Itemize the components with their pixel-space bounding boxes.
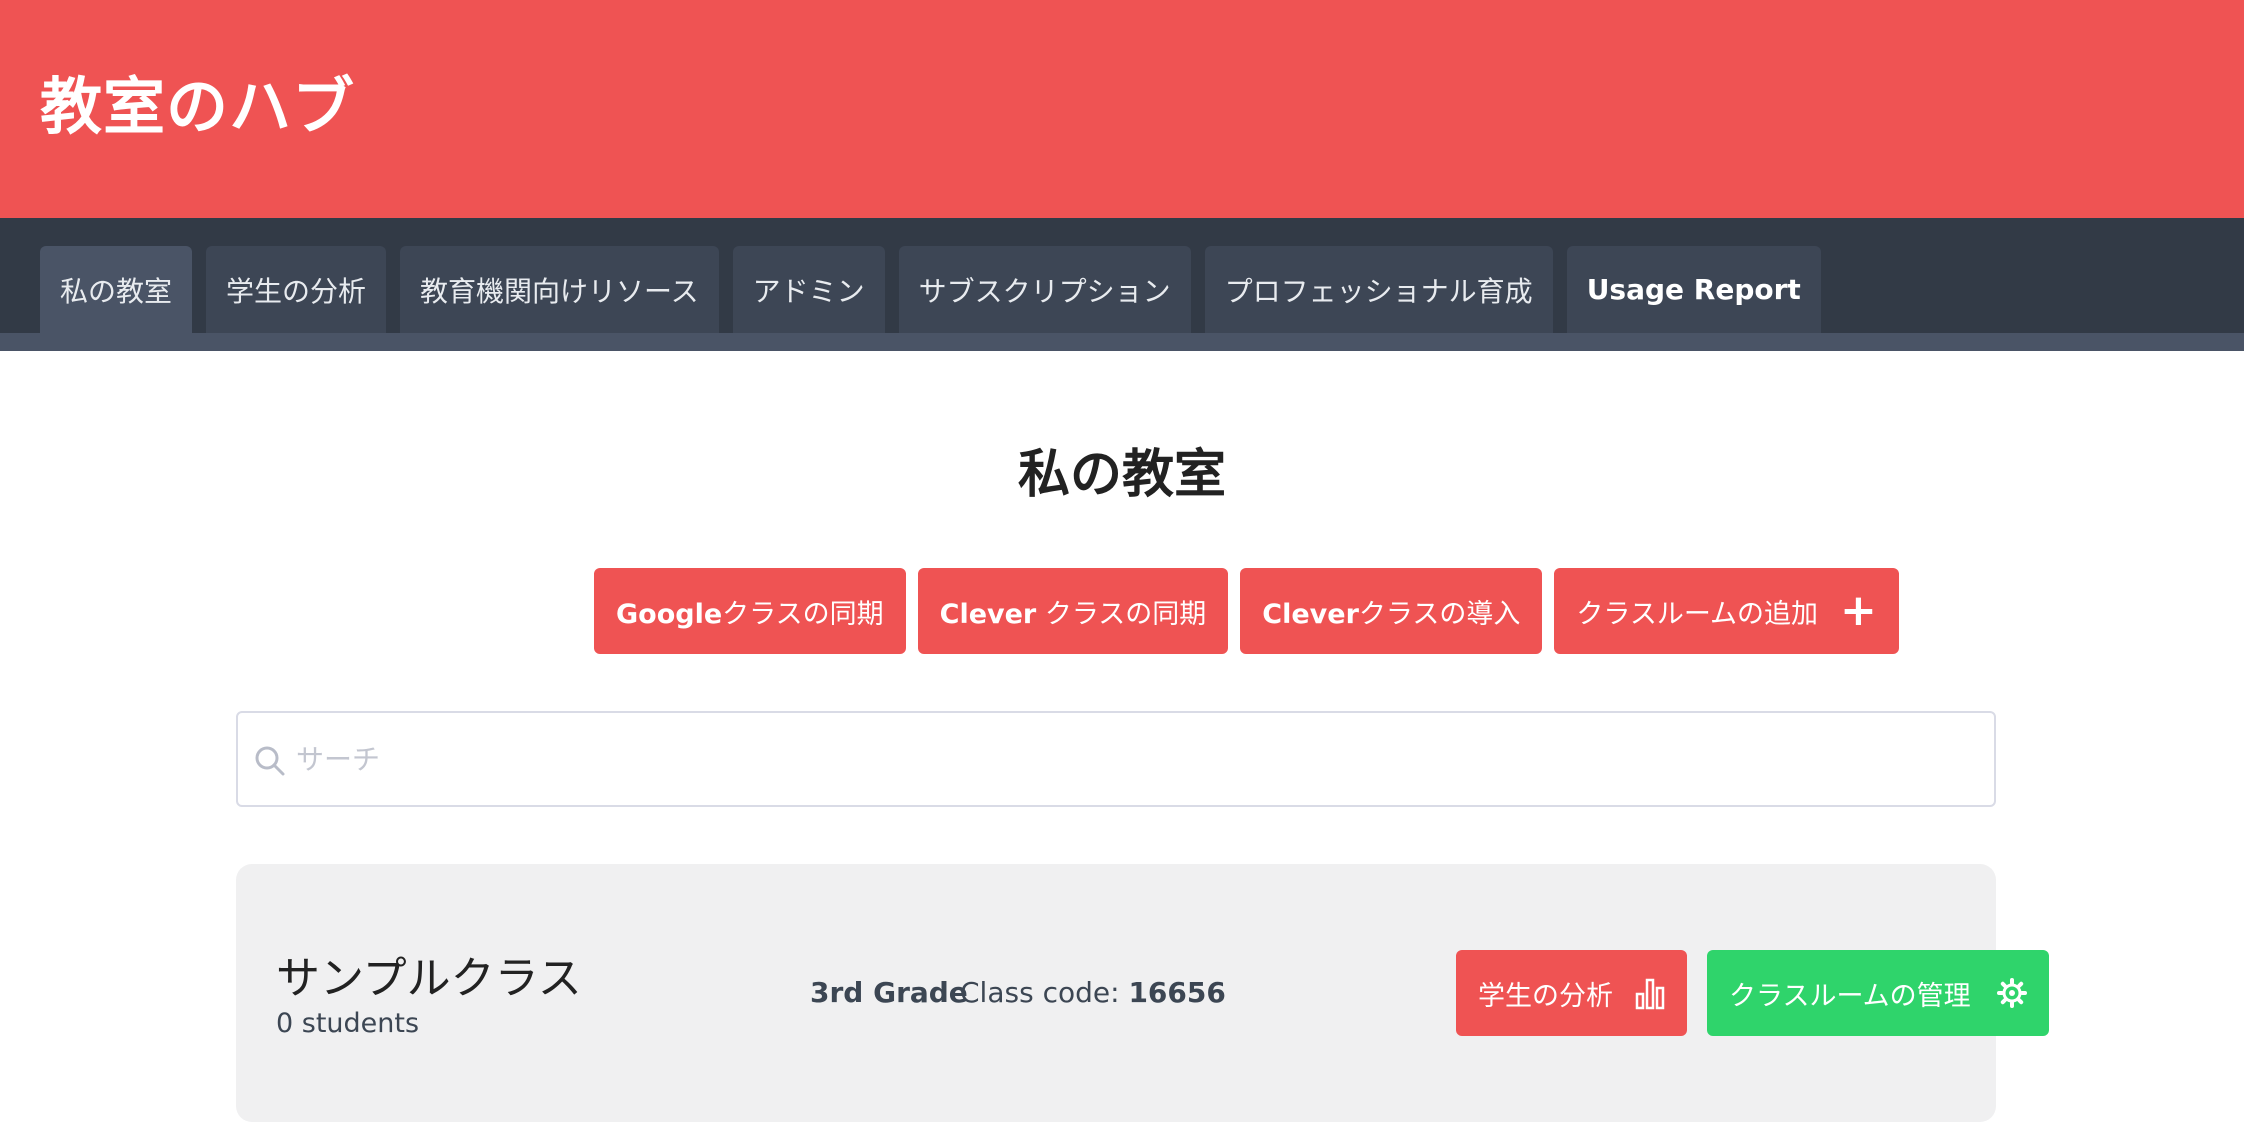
nav-tabs: 私の教室 学生の分析 教育機関向けリソース アドミン サブスクリプション プロフ… xyxy=(40,246,1821,333)
brand-title: 教室のハブ xyxy=(40,70,356,143)
add-classroom-button[interactable]: クラスルームの追加 + xyxy=(1554,568,1899,654)
tab-professional-development[interactable]: プロフェッショナル育成 xyxy=(1204,246,1553,333)
manage-classroom-label: クラスルームの管理 xyxy=(1729,980,1971,1012)
tab-my-classrooms[interactable]: 私の教室 xyxy=(40,246,193,333)
clever-sync-button[interactable]: Clever クラスの同期 xyxy=(917,568,1229,654)
nav-underline xyxy=(0,333,2244,351)
class-name: サンプルクラス xyxy=(276,953,582,1004)
google-sync-text: クラスの同期 xyxy=(722,598,884,630)
clever-sync-text: クラスの同期 xyxy=(1036,598,1207,630)
manage-classroom-button[interactable]: クラスルームの管理 xyxy=(1707,950,2049,1036)
tab-admin[interactable]: アドミン xyxy=(732,246,885,333)
class-card-actions: 学生の分析 クラスルームの管理 xyxy=(1456,950,2049,1036)
tab-usage-report[interactable]: Usage Report xyxy=(1566,246,1821,333)
google-brand-text: Google xyxy=(616,598,723,630)
button-label: Clever クラスの同期 xyxy=(940,592,1207,631)
class-code: Class code: 16656 xyxy=(960,976,1226,1009)
class-actions: Googleクラスの同期 Clever クラスの同期 Cleverクラスの導入 … xyxy=(594,568,1899,654)
class-code-label: Class code: xyxy=(960,976,1129,1009)
add-classroom-label: クラスルームの追加 xyxy=(1576,598,1819,630)
clever-import-button[interactable]: Cleverクラスの導入 xyxy=(1240,568,1543,654)
student-analytics-button[interactable]: 学生の分析 xyxy=(1456,950,1687,1036)
search-box xyxy=(236,711,1996,807)
student-count: 0 students xyxy=(276,1008,420,1039)
clever-import-text: クラスの導入 xyxy=(1358,598,1521,630)
tab-student-analytics[interactable]: 学生の分析 xyxy=(206,246,387,333)
app-header: 教室のハブ xyxy=(0,0,2244,218)
tab-institution-resources[interactable]: 教育機関向けリソース xyxy=(400,246,719,333)
button-label: Cleverクラスの導入 xyxy=(1262,592,1520,631)
bar-chart-icon xyxy=(1635,978,1665,1010)
gear-icon xyxy=(1996,978,2027,1008)
class-card: サンプルクラス 0 students 3rd Grade Class code:… xyxy=(236,864,2049,1122)
class-grade: 3rd Grade xyxy=(810,976,968,1009)
google-sync-button[interactable]: Googleクラスの同期 xyxy=(594,568,906,654)
clever-import-brand-text: Clever xyxy=(1262,598,1359,630)
tab-subscription[interactable]: サブスクリプション xyxy=(898,246,1191,333)
search-icon xyxy=(255,746,285,776)
student-analytics-label: 学生の分析 xyxy=(1478,980,1613,1012)
plus-icon: + xyxy=(1840,585,1877,636)
search-input[interactable] xyxy=(296,713,1976,805)
button-label: Googleクラスの同期 xyxy=(616,592,884,631)
clever-brand-text: Clever xyxy=(939,598,1037,630)
class-code-value: 16656 xyxy=(1128,976,1226,1009)
page-title: 私の教室 xyxy=(1017,445,1226,505)
